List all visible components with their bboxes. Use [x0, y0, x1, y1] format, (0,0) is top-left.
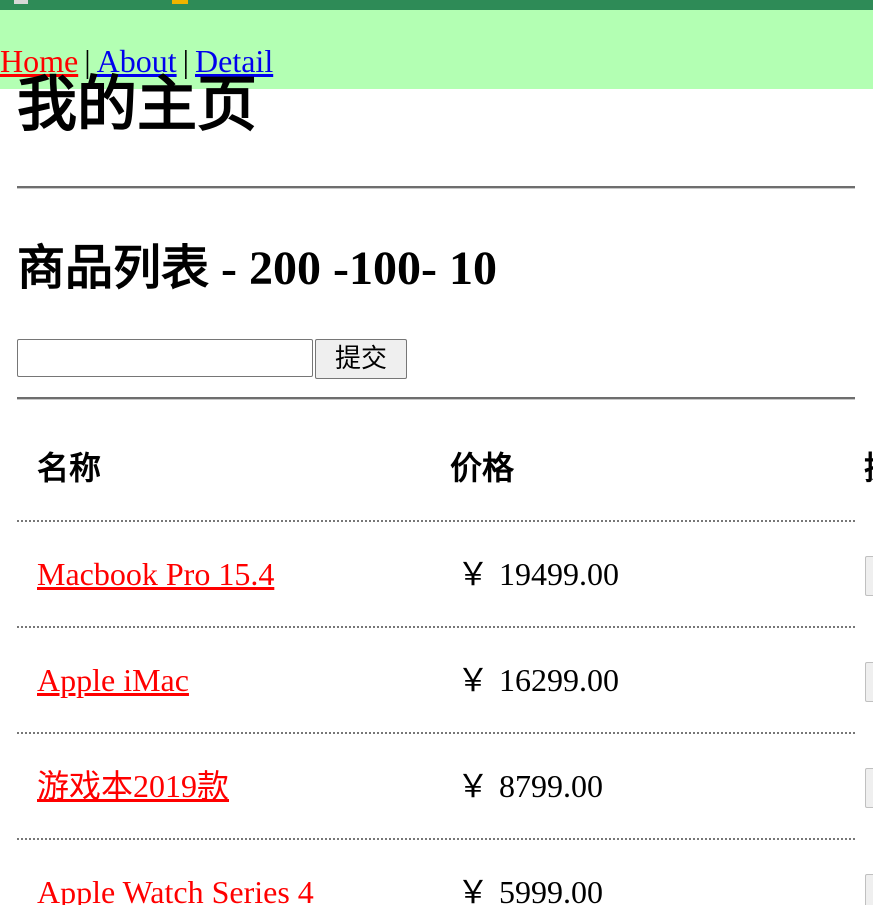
row-action-button[interactable]: [865, 556, 873, 596]
product-price: ￥ 19499.00: [457, 554, 619, 594]
row-action-button[interactable]: [865, 768, 873, 808]
price-value: 5999.00: [499, 874, 604, 905]
product-table: 名称 价格 操 Macbook Pro 15.4 ￥19499.00 Apple…: [17, 420, 873, 905]
table-header-row: 名称 价格 操: [17, 420, 873, 522]
table-row: 游戏本2019款 ￥ 8799.00: [17, 734, 873, 840]
product-price: ￥ 16299.00: [457, 660, 619, 700]
product-link[interactable]: Apple Watch Series 4: [37, 872, 314, 905]
divider: [17, 397, 855, 400]
table-row: Apple Watch Series 4 ￥ 5999.00: [17, 840, 873, 905]
tab-indicator: [14, 0, 28, 4]
column-header-action: 操: [864, 448, 873, 488]
currency-symbol: ￥: [457, 555, 490, 593]
currency-symbol: ￥: [457, 873, 490, 905]
product-link[interactable]: Macbook Pro 15.4: [37, 554, 274, 594]
search-form: 提交: [17, 339, 407, 379]
page-title: 我的主页: [17, 70, 257, 140]
column-header-price: 价格: [450, 449, 515, 487]
row-action-button[interactable]: [865, 662, 873, 702]
product-link[interactable]: Apple iMac: [37, 660, 189, 700]
section-title: 商品列表 - 200 -100- 10: [17, 238, 497, 299]
window-top-strip: [0, 0, 873, 10]
table-row: Apple iMac ￥ 16299.00: [17, 628, 873, 734]
tab-indicator-highlight: [172, 0, 188, 4]
submit-button[interactable]: 提交: [315, 339, 407, 379]
price-value: 16299.00: [499, 662, 620, 698]
price-value: 8799.00: [499, 768, 604, 804]
section-title-counts: - 200 -100- 10: [209, 242, 497, 295]
product-price: ￥ 5999.00: [457, 872, 603, 905]
currency-symbol: ￥: [457, 661, 490, 699]
search-input[interactable]: [17, 339, 313, 377]
table-row: Macbook Pro 15.4 ￥ 19499.00: [17, 522, 873, 628]
product-link[interactable]: 游戏本2019款: [37, 766, 229, 806]
row-action-button[interactable]: [865, 874, 873, 905]
currency-symbol: ￥: [457, 767, 490, 805]
price-value: 19499.00: [499, 556, 620, 592]
column-header-name: 名称: [37, 449, 102, 487]
product-price: ￥ 8799.00: [457, 766, 603, 806]
divider: [17, 186, 855, 189]
section-title-label: 商品列表: [17, 240, 210, 296]
